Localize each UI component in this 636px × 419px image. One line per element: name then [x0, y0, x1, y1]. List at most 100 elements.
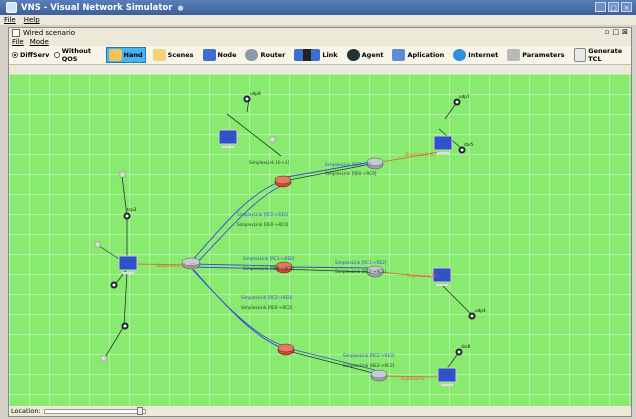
link-label: DuplexLink [E]	[405, 152, 436, 157]
location-bar: Location:	[9, 406, 631, 416]
radio-unselected-icon	[54, 52, 60, 58]
router-button[interactable]: Router	[243, 48, 287, 62]
link-line[interactable]	[103, 325, 125, 360]
router-label: Router	[260, 51, 286, 59]
toolbar: DiffServ Without QOS Hand Scenes Node Ro…	[9, 46, 631, 65]
link-label: SimplexLink [RC2->RE3]	[343, 353, 395, 358]
core-router-icon[interactable]	[277, 343, 295, 356]
scenario-menubar: File Mode	[9, 37, 631, 46]
link-label: DuplexLink [3]	[407, 273, 438, 278]
hand-button[interactable]: Hand	[105, 47, 146, 63]
computer-icon	[202, 49, 216, 61]
computer-icon[interactable]	[118, 255, 138, 274]
link-icon	[294, 49, 321, 61]
agent-icon[interactable]	[455, 348, 463, 356]
link-label: SimplexLink [RE0->RC1]	[243, 266, 295, 271]
close-button[interactable]: ×	[621, 2, 632, 12]
router-icon	[245, 49, 259, 61]
link-label: SimplexLink [RE2->RC1]	[335, 269, 387, 274]
computer-icon[interactable]	[433, 135, 453, 154]
node-label: tcp3	[127, 207, 137, 212]
internet-button[interactable]: Internet	[451, 48, 500, 62]
scenes-button[interactable]: Scenes	[151, 48, 196, 62]
link-label: SimplexLink [RE0->RC0]	[237, 222, 289, 227]
agent-icon[interactable]	[121, 322, 129, 330]
generate-tcl-label: Generate TCL	[588, 47, 623, 63]
application-icon[interactable]	[94, 241, 101, 248]
agent-icon[interactable]	[110, 281, 118, 289]
location-slider[interactable]	[43, 406, 146, 415]
aplication-icon	[392, 49, 406, 61]
agent-icon[interactable]	[453, 98, 461, 106]
scenario-window: Wired scenario ▫ □ ⊠ File Mode DiffServ …	[8, 27, 632, 417]
menu-help[interactable]: Help	[24, 16, 40, 24]
node-button[interactable]: Node	[201, 48, 239, 62]
link-label: SimplexLink [RC1->RE0]	[243, 256, 295, 261]
scenario-menu-mode[interactable]: Mode	[30, 38, 49, 46]
pin-icon: ●	[177, 3, 184, 12]
slider-thumb[interactable]	[136, 406, 143, 415]
computer-icon[interactable]	[437, 367, 457, 386]
link-label: SimplexLink [4->1]	[249, 160, 290, 165]
node-label: udp7	[459, 94, 470, 99]
without-qos-label: Without QOS	[61, 47, 92, 63]
core-router-icon[interactable]	[274, 175, 292, 188]
agent-icon	[346, 49, 360, 61]
scenario-menu-file[interactable]: File	[12, 38, 24, 46]
links-layer	[98, 98, 472, 378]
agent-label: Agent	[361, 51, 384, 59]
link-line[interactable]	[123, 271, 128, 327]
router-icon[interactable]	[370, 369, 388, 382]
internet-label: Internet	[468, 51, 499, 59]
hand-icon	[108, 49, 122, 61]
node-label: udp4	[475, 308, 486, 313]
link-label: SimplexLink [RC0->RE0]	[237, 212, 289, 217]
parameters-label: Parameters	[522, 51, 565, 59]
simplex-link[interactable]	[193, 269, 288, 351]
agent-icon[interactable]	[468, 312, 476, 320]
scenario-restore-button[interactable]: ▫	[605, 28, 610, 36]
link-label: SimplexLink [RE0->RC2]	[241, 305, 293, 310]
location-label: Location:	[11, 407, 41, 415]
scenes-label: Scenes	[167, 51, 194, 59]
scenario-close-button[interactable]: ⊠	[622, 28, 628, 36]
computer-icon[interactable]	[218, 129, 238, 148]
node-label: Node	[217, 51, 237, 59]
application-icon[interactable]	[269, 136, 276, 143]
menu-file[interactable]: File	[4, 16, 16, 24]
scenes-icon	[152, 49, 166, 61]
agent-icon[interactable]	[123, 212, 131, 220]
scenario-maximize-button[interactable]: □	[613, 28, 620, 36]
simplex-link[interactable]	[286, 266, 370, 269]
aplication-label: Aplication	[407, 51, 445, 59]
application-icon[interactable]	[100, 355, 107, 362]
application-icon[interactable]	[119, 171, 126, 178]
agent-icon[interactable]	[243, 95, 251, 103]
link-label: Link	[322, 51, 338, 59]
link-button[interactable]: Link	[292, 48, 339, 62]
agent-icon[interactable]	[458, 146, 466, 154]
link-label: SimplexLink [RC1->RE2]	[335, 260, 387, 265]
agent-button[interactable]: Agent	[345, 48, 386, 62]
generate-tcl-button[interactable]: Generate TCL	[572, 46, 631, 64]
scenario-icon	[12, 28, 20, 37]
parameters-button[interactable]: Parameters	[505, 48, 566, 62]
network-canvas[interactable]: udp8 udp7 cbr5 tcp3 udp4 cbr8 SimplexLin…	[9, 74, 631, 406]
node-label: cbr8	[461, 344, 471, 349]
radio-selected-icon	[12, 52, 18, 58]
link-label: SimplexLink [RE0->RC0]	[325, 171, 377, 176]
scenario-titlebar: Wired scenario ▫ □ ⊠	[9, 28, 631, 37]
minimize-button[interactable]: _	[595, 2, 606, 12]
tools-icon	[507, 49, 521, 61]
link-label: SimplexLink [RC2->RE0]	[241, 295, 293, 300]
hand-label: Hand	[123, 51, 143, 59]
diffserv-radio[interactable]: DiffServ	[12, 51, 49, 59]
aplication-button[interactable]: Aplication	[390, 48, 446, 62]
window-title: VNS - Visual Network Simulator	[21, 2, 173, 13]
without-qos-radio[interactable]: Without QOS	[54, 47, 100, 63]
link-label: SimplexLink [RC0->E]	[325, 162, 371, 167]
link-line[interactable]	[440, 283, 472, 315]
network-diagram[interactable]: udp8 udp7 cbr5 tcp3 udp4 cbr8 SimplexLin…	[9, 74, 631, 406]
maximize-button[interactable]: □	[608, 2, 619, 12]
app-icon	[6, 2, 17, 13]
